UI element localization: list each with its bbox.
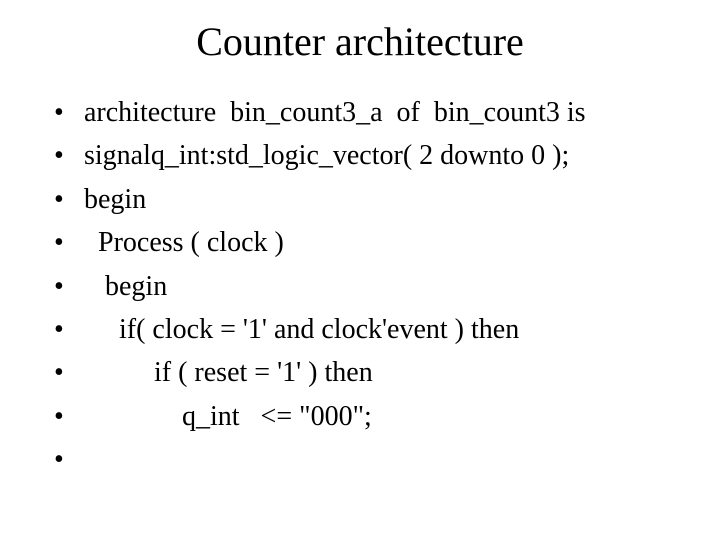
bullet-text: if ( reset = '1' ) then: [84, 351, 680, 394]
bullet-icon: •: [54, 265, 84, 308]
bullet-text: q_int <= "000";: [84, 395, 680, 438]
slide-title: Counter architecture: [40, 18, 680, 65]
list-item: •: [54, 438, 680, 481]
bullet-icon: •: [54, 438, 84, 481]
bullet-text: begin: [84, 178, 680, 221]
bullet-icon: •: [54, 308, 84, 351]
bullet-icon: •: [54, 134, 84, 177]
bullet-icon: •: [54, 395, 84, 438]
bullet-icon: •: [54, 91, 84, 134]
list-item: • q_int <= "000";: [54, 395, 680, 438]
bullet-text: Process ( clock ): [84, 221, 680, 264]
bullet-icon: •: [54, 221, 84, 264]
bullet-text: signalq_int:std_logic_vector( 2 downto 0…: [84, 134, 680, 177]
list-item: • begin: [54, 178, 680, 221]
bullet-text: begin: [84, 265, 680, 308]
bullet-icon: •: [54, 178, 84, 221]
bullet-text: if( clock = '1' and clock'event ) then: [84, 308, 680, 351]
list-item: • signalq_int:std_logic_vector( 2 downto…: [54, 134, 680, 177]
list-item: • if( clock = '1' and clock'event ) then: [54, 308, 680, 351]
list-item: • if ( reset = '1' ) then: [54, 351, 680, 394]
list-item: • Process ( clock ): [54, 221, 680, 264]
bullet-text: architecture bin_count3_a of bin_count3 …: [84, 91, 680, 134]
bullet-list: • architecture bin_count3_a of bin_count…: [40, 91, 680, 482]
bullet-icon: •: [54, 351, 84, 394]
list-item: • architecture bin_count3_a of bin_count…: [54, 91, 680, 134]
list-item: • begin: [54, 265, 680, 308]
